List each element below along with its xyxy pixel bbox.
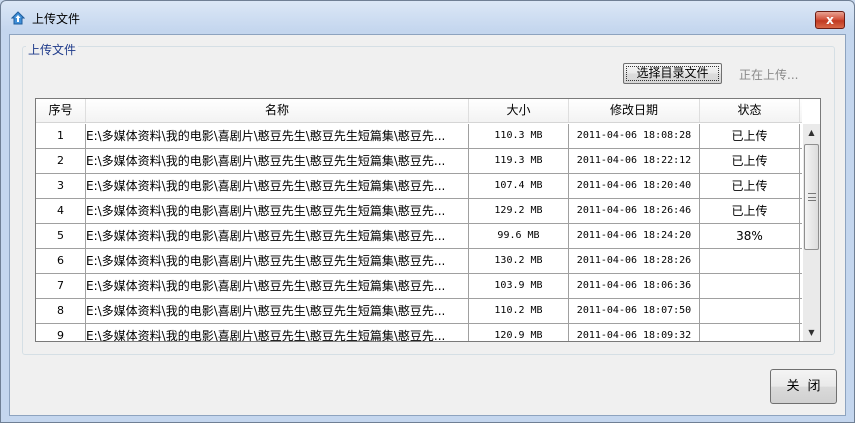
cell-size: 130.2 MB [469, 249, 569, 273]
cell-date: 2011-04-06 18:28:26 [569, 249, 700, 273]
cell-size: 110.2 MB [469, 299, 569, 323]
table-row[interactable]: 1 E:\多媒体资料\我的电影\喜剧片\憨豆先生\憨豆先生短篇集\憨豆先... … [36, 124, 802, 149]
window-title: 上传文件 [32, 12, 81, 26]
grid-header: 序号 名称 大小 修改日期 状态 [36, 99, 802, 123]
cell-size: 107.4 MB [469, 174, 569, 198]
table-row[interactable]: 4 E:\多媒体资料\我的电影\喜剧片\憨豆先生\憨豆先生短篇集\憨豆先... … [36, 199, 802, 224]
cell-size: 110.3 MB [469, 124, 569, 148]
cell-name: E:\多媒体资料\我的电影\喜剧片\憨豆先生\憨豆先生短篇集\憨豆先... [86, 199, 469, 223]
cell-index: 8 [36, 299, 86, 323]
cell-state: 已上传 [700, 174, 800, 198]
cell-state [700, 274, 800, 298]
cell-date: 2011-04-06 18:22:12 [569, 149, 700, 173]
header-name[interactable]: 名称 [86, 99, 469, 122]
table-row[interactable]: 6 E:\多媒体资料\我的电影\喜剧片\憨豆先生\憨豆先生短篇集\憨豆先... … [36, 249, 802, 274]
cell-date: 2011-04-06 18:07:50 [569, 299, 700, 323]
cell-state: 已上传 [700, 149, 800, 173]
table-row[interactable]: 7 E:\多媒体资料\我的电影\喜剧片\憨豆先生\憨豆先生短篇集\憨豆先... … [36, 274, 802, 299]
cell-index: 7 [36, 274, 86, 298]
cell-state [700, 299, 800, 323]
cell-size: 99.6 MB [469, 224, 569, 248]
cell-index: 9 [36, 324, 86, 341]
cell-name: E:\多媒体资料\我的电影\喜剧片\憨豆先生\憨豆先生短篇集\憨豆先... [86, 274, 469, 298]
cell-state [700, 249, 800, 273]
cell-size: 103.9 MB [469, 274, 569, 298]
table-row[interactable]: 5 E:\多媒体资料\我的电影\喜剧片\憨豆先生\憨豆先生短篇集\憨豆先... … [36, 224, 802, 249]
cell-index: 2 [36, 149, 86, 173]
upload-status-text: 正在上传... [739, 68, 799, 82]
header-index[interactable]: 序号 [36, 99, 86, 122]
cell-index: 3 [36, 174, 86, 198]
scrollbar-thumb[interactable] [804, 144, 819, 250]
window-close-button[interactable]: x [815, 11, 845, 29]
cell-index: 4 [36, 199, 86, 223]
cell-name: E:\多媒体资料\我的电影\喜剧片\憨豆先生\憨豆先生短篇集\憨豆先... [86, 299, 469, 323]
cell-state [700, 324, 800, 341]
table-row[interactable]: 2 E:\多媒体资料\我的电影\喜剧片\憨豆先生\憨豆先生短篇集\憨豆先... … [36, 149, 802, 174]
cell-name: E:\多媒体资料\我的电影\喜剧片\憨豆先生\憨豆先生短篇集\憨豆先... [86, 174, 469, 198]
table-row[interactable]: 8 E:\多媒体资料\我的电影\喜剧片\憨豆先生\憨豆先生短篇集\憨豆先... … [36, 299, 802, 324]
cell-name: E:\多媒体资料\我的电影\喜剧片\憨豆先生\憨豆先生短篇集\憨豆先... [86, 324, 469, 341]
scroll-up-arrow-icon[interactable]: ▲ [803, 124, 820, 141]
cell-size: 119.3 MB [469, 149, 569, 173]
house-upload-icon [10, 11, 26, 25]
scroll-down-arrow-icon[interactable]: ▼ [803, 324, 820, 341]
vertical-scrollbar[interactable]: ▲ ▼ [803, 124, 820, 341]
file-list-grid[interactable]: 序号 名称 大小 修改日期 状态 1 E:\多媒体资料\我的电影\喜剧片\憨豆先… [35, 98, 821, 342]
header-date[interactable]: 修改日期 [569, 99, 700, 122]
cell-name: E:\多媒体资料\我的电影\喜剧片\憨豆先生\憨豆先生短篇集\憨豆先... [86, 249, 469, 273]
cell-name: E:\多媒体资料\我的电影\喜剧片\憨豆先生\憨豆先生短篇集\憨豆先... [86, 149, 469, 173]
cell-state: 38% [700, 224, 800, 248]
cell-size: 129.2 MB [469, 199, 569, 223]
cell-date: 2011-04-06 18:06:36 [569, 274, 700, 298]
cell-state: 已上传 [700, 199, 800, 223]
cell-name: E:\多媒体资料\我的电影\喜剧片\憨豆先生\憨豆先生短篇集\憨豆先... [86, 124, 469, 148]
header-state[interactable]: 状态 [700, 99, 800, 122]
table-row[interactable]: 3 E:\多媒体资料\我的电影\喜剧片\憨豆先生\憨豆先生短篇集\憨豆先... … [36, 174, 802, 199]
cell-date: 2011-04-06 18:08:28 [569, 124, 700, 148]
cell-index: 5 [36, 224, 86, 248]
upload-dialog: 上传文件 x 上传文件 选择目录文件 正在上传... 序号 名称 大小 修改日期… [0, 0, 855, 423]
dialog-client-area: 上传文件 选择目录文件 正在上传... 序号 名称 大小 修改日期 状态 1 E… [9, 34, 846, 416]
cell-date: 2011-04-06 18:20:40 [569, 174, 700, 198]
close-button[interactable]: 关闭 [770, 369, 837, 404]
cell-date: 2011-04-06 18:26:46 [569, 199, 700, 223]
title-bar[interactable]: 上传文件 x [1, 1, 854, 35]
cell-name: E:\多媒体资料\我的电影\喜剧片\憨豆先生\憨豆先生短篇集\憨豆先... [86, 224, 469, 248]
select-directory-files-button[interactable]: 选择目录文件 [623, 63, 722, 84]
cell-date: 2011-04-06 18:09:32 [569, 324, 700, 341]
cell-state: 已上传 [700, 124, 800, 148]
header-size[interactable]: 大小 [469, 99, 569, 122]
grip-icon [808, 193, 816, 201]
focus-rect [626, 66, 719, 81]
groupbox-legend: 上传文件 [26, 41, 79, 58]
cell-index: 6 [36, 249, 86, 273]
cell-size: 120.9 MB [469, 324, 569, 341]
table-row[interactable]: 9 E:\多媒体资料\我的电影\喜剧片\憨豆先生\憨豆先生短篇集\憨豆先... … [36, 324, 802, 341]
cell-date: 2011-04-06 18:24:20 [569, 224, 700, 248]
cell-index: 1 [36, 124, 86, 148]
